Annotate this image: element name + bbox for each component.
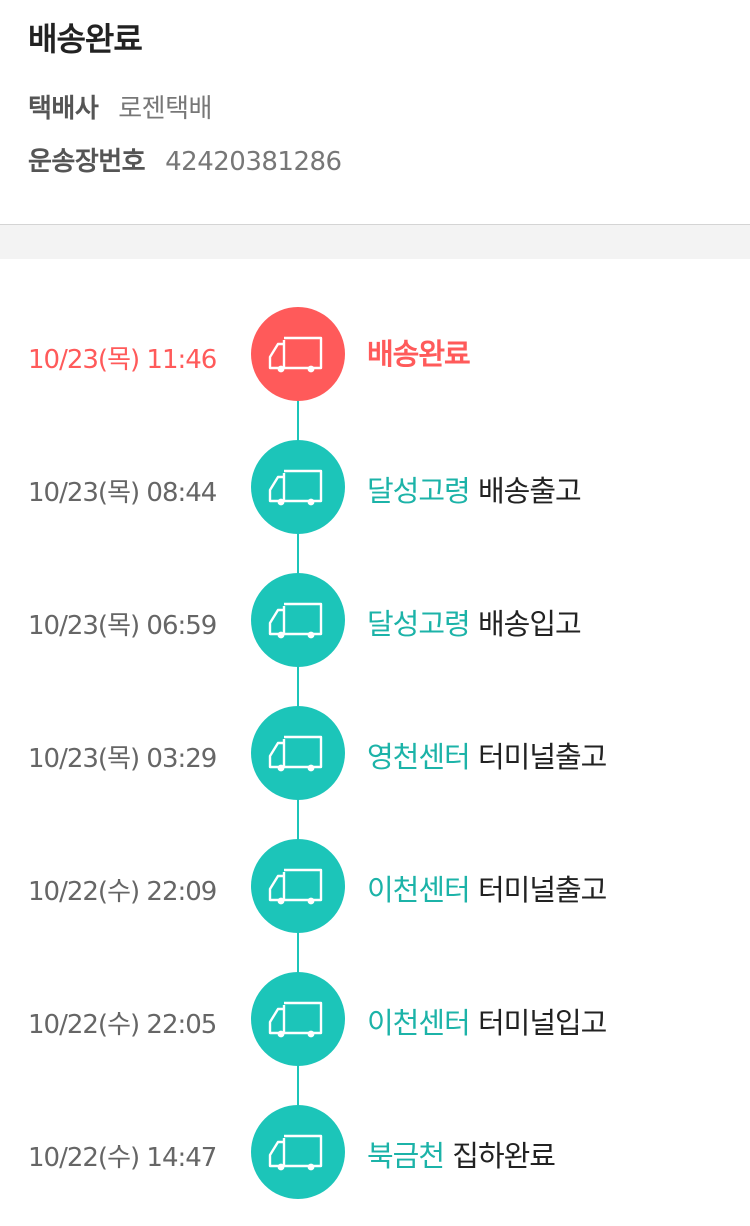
carrier-label: 택배사 bbox=[28, 94, 99, 124]
event-location: 북금천 bbox=[367, 1139, 445, 1173]
event-location: 이천센터 bbox=[367, 1006, 471, 1040]
event-time: 10/23(목) 03:29 bbox=[28, 744, 217, 774]
timeline-event: 10/23(목) 08:44 달성고령 배송출고 bbox=[0, 440, 750, 536]
event-status: 배송입고 bbox=[477, 607, 582, 641]
timeline-event: 10/22(수) 22:09 이천센터 터미널출고 bbox=[0, 839, 750, 935]
delivery-truck-icon bbox=[268, 735, 323, 772]
event-location: 달성고령 bbox=[367, 474, 471, 508]
event-time: 10/23(목) 08:44 bbox=[28, 478, 217, 508]
event-time: 10/22(수) 14:47 bbox=[28, 1143, 217, 1173]
event-status-circle bbox=[251, 839, 345, 933]
delivery-truck-icon bbox=[268, 336, 323, 373]
tracking-timeline: 10/23(목) 11:46 배송완료 10/23(목) 08:44 달성고령 … bbox=[0, 259, 750, 1226]
event-status: 터미널입고 bbox=[477, 1006, 607, 1040]
event-status-circle bbox=[251, 1105, 345, 1199]
event-description: 영천센터 터미널출고 bbox=[367, 734, 607, 776]
tracking-number-label: 운송장번호 bbox=[28, 147, 146, 177]
tracking-number-row: 운송장번호 42420381286 bbox=[28, 141, 342, 178]
event-description: 달성고령 배송출고 bbox=[367, 468, 582, 510]
event-description: 이천센터 터미널입고 bbox=[367, 1000, 607, 1042]
event-description: 배송완료 bbox=[367, 331, 471, 373]
event-status: 터미널출고 bbox=[477, 740, 607, 774]
event-status-circle bbox=[251, 307, 345, 401]
event-description: 북금천 집하완료 bbox=[367, 1133, 556, 1175]
carrier-row: 택배사 로젠택배 bbox=[28, 88, 212, 125]
event-status: 배송완료 bbox=[367, 337, 471, 371]
event-location: 영천센터 bbox=[367, 740, 471, 774]
tracking-number-value: 42420381286 bbox=[165, 147, 342, 177]
event-description: 이천센터 터미널출고 bbox=[367, 867, 607, 909]
timeline-event: 10/22(수) 22:05 이천센터 터미널입고 bbox=[0, 972, 750, 1068]
event-status: 배송출고 bbox=[477, 474, 582, 508]
event-description: 달성고령 배송입고 bbox=[367, 601, 582, 643]
section-separator bbox=[0, 225, 750, 259]
timeline-event: 10/23(목) 06:59 달성고령 배송입고 bbox=[0, 573, 750, 669]
delivery-summary: 배송완료 택배사 로젠택배 운송장번호 42420381286 bbox=[0, 0, 750, 224]
event-location: 이천센터 bbox=[367, 873, 471, 907]
event-location: 달성고령 bbox=[367, 607, 471, 641]
event-status-circle bbox=[251, 440, 345, 534]
delivery-truck-icon bbox=[268, 602, 323, 639]
event-time: 10/22(수) 22:09 bbox=[28, 877, 217, 907]
delivery-truck-icon bbox=[268, 868, 323, 905]
event-time: 10/23(목) 11:46 bbox=[28, 345, 217, 375]
event-time: 10/22(수) 22:05 bbox=[28, 1010, 217, 1040]
event-status: 집하완료 bbox=[452, 1139, 556, 1173]
event-status-circle bbox=[251, 706, 345, 800]
delivery-truck-icon bbox=[268, 1001, 323, 1038]
delivery-truck-icon bbox=[268, 469, 323, 506]
carrier-value: 로젠택배 bbox=[118, 94, 212, 124]
timeline-event: 10/23(목) 03:29 영천센터 터미널출고 bbox=[0, 706, 750, 802]
event-time: 10/23(목) 06:59 bbox=[28, 611, 217, 641]
event-status-circle bbox=[251, 573, 345, 667]
delivery-status-title: 배송완료 bbox=[28, 20, 143, 58]
timeline-event: 10/23(목) 11:46 배송완료 bbox=[0, 307, 750, 403]
event-status: 터미널출고 bbox=[477, 873, 607, 907]
timeline-event: 10/22(수) 14:47 북금천 집하완료 bbox=[0, 1105, 750, 1201]
tracking-page: 배송완료 택배사 로젠택배 운송장번호 42420381286 10/23(목) 1… bbox=[0, 0, 750, 1226]
event-status-circle bbox=[251, 972, 345, 1066]
delivery-truck-icon bbox=[268, 1134, 323, 1171]
